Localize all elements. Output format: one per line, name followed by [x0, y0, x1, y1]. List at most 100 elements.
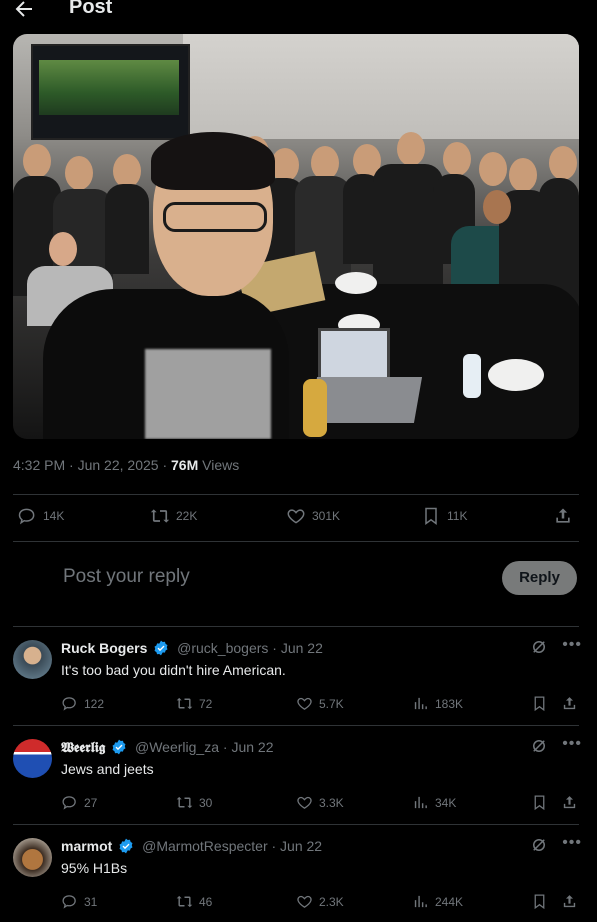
author-handle[interactable]: @MarmotRespecter — [142, 838, 267, 854]
reply-action[interactable]: 31 — [61, 893, 97, 910]
photo-glasses — [163, 202, 267, 232]
bookmark-action[interactable] — [531, 794, 548, 811]
reply-count: 14K — [43, 509, 65, 523]
more-options-icon[interactable]: ••• — [562, 835, 582, 854]
post-views-label: Views — [202, 457, 240, 473]
share-icon — [556, 508, 570, 523]
photo-laptop-screen — [318, 328, 390, 384]
author-name[interactable]: Ruck Bogers — [61, 640, 147, 656]
reply-icon — [62, 697, 76, 711]
reply-action-bar: 27 30 3.3K 34K — [61, 794, 581, 814]
reply-action[interactable]: 14K — [17, 506, 64, 526]
reply-count: 27 — [84, 795, 98, 810]
views-count: 244K — [435, 894, 464, 909]
divider — [13, 541, 579, 542]
like-action[interactable]: 5.7K — [296, 695, 344, 712]
verified-badge-icon — [112, 739, 126, 755]
views-action[interactable]: 244K — [412, 893, 463, 910]
reply-input[interactable]: Post your reply — [63, 566, 190, 588]
like-count: 301K — [312, 509, 341, 523]
repost-icon — [176, 796, 193, 809]
post-time[interactable]: 4:32 PM — [13, 457, 65, 473]
reply-text: 95% H1Bs — [61, 860, 128, 876]
share-action[interactable] — [561, 893, 578, 910]
share-icon — [563, 697, 576, 710]
heart-icon — [297, 697, 312, 710]
like-action[interactable]: 3.3K — [296, 794, 344, 811]
repost-action[interactable]: 22K — [150, 506, 197, 526]
repost-icon — [176, 895, 193, 908]
views-action[interactable]: 183K — [412, 695, 463, 712]
reply-date[interactable]: · Jun 22 — [272, 838, 323, 854]
like-count: 2.3K — [319, 894, 344, 909]
share-action[interactable] — [553, 506, 573, 526]
like-count: 5.7K — [319, 696, 344, 711]
divider — [13, 494, 579, 495]
more-options-icon[interactable]: ••• — [562, 736, 582, 755]
reply-count: 122 — [84, 696, 105, 711]
reply-header: marmot @MarmotRespecter · Jun 22 — [61, 838, 322, 854]
author-handle[interactable]: @ruck_bogers — [177, 640, 268, 656]
repost-icon — [176, 697, 193, 710]
bookmark-icon — [534, 894, 545, 910]
author-name[interactable]: marmot — [61, 838, 112, 854]
views-count: 34K — [435, 795, 457, 810]
grok-icon[interactable] — [530, 836, 548, 854]
author-name[interactable]: 𝖂𝖊𝖊𝖗𝖑𝖎𝖌 — [61, 739, 105, 755]
reply-action-bar: 122 72 5.7K 183K — [61, 695, 581, 715]
bookmark-count: 11K — [447, 509, 468, 523]
reply-item[interactable]: 𝖂𝖊𝖊𝖗𝖑𝖎𝖌 @Weerlig_za · Jun 22 ••• Jews an… — [0, 725, 597, 823]
repost-action[interactable]: 72 — [176, 695, 212, 712]
top-bar: Post — [0, 0, 597, 24]
reply-header: Ruck Bogers @ruck_bogers · Jun 22 — [61, 640, 323, 656]
share-action[interactable] — [561, 695, 578, 712]
reply-icon — [62, 796, 76, 810]
post-meta: 4:32 PM · Jun 22, 2025 · 76M Views — [13, 457, 240, 473]
reply-top-actions: ••• — [530, 637, 582, 656]
reply-action[interactable]: 27 — [61, 794, 97, 811]
reply-date[interactable]: · Jun 22 — [223, 739, 274, 755]
reply-action[interactable]: 122 — [61, 695, 104, 712]
author-handle[interactable]: @Weerlig_za — [135, 739, 219, 755]
arrow-left-icon — [15, 1, 32, 17]
post-action-bar: 14K 22K 301K 11K — [13, 502, 579, 534]
reply-date[interactable]: · Jun 22 — [272, 640, 323, 656]
share-icon — [563, 796, 576, 809]
grok-icon[interactable] — [530, 737, 548, 755]
avatar[interactable] — [13, 838, 52, 877]
back-button[interactable] — [12, 0, 36, 21]
repost-action[interactable]: 46 — [176, 893, 212, 910]
like-action[interactable]: 2.3K — [296, 893, 344, 910]
analytics-icon — [414, 697, 427, 710]
photo-plate — [335, 272, 377, 294]
repost-action[interactable]: 30 — [176, 794, 212, 811]
reply-button[interactable]: Reply — [502, 561, 577, 595]
reply-item[interactable]: marmot @MarmotRespecter · Jun 22 ••• 95%… — [0, 824, 597, 922]
views-action[interactable]: 34K — [412, 794, 456, 811]
share-action[interactable] — [561, 794, 578, 811]
reply-top-actions: ••• — [530, 736, 582, 755]
analytics-icon — [414, 895, 427, 908]
verified-badge-icon — [119, 838, 133, 854]
more-options-icon[interactable]: ••• — [562, 637, 582, 656]
reply-icon — [62, 895, 76, 909]
like-count: 3.3K — [319, 795, 344, 810]
reply-item[interactable]: Ruck Bogers @ruck_bogers · Jun 22 ••• It… — [0, 626, 597, 724]
like-action[interactable]: 301K — [286, 506, 340, 526]
bookmark-icon — [534, 696, 545, 712]
reply-count: 31 — [84, 894, 98, 909]
avatar[interactable] — [13, 739, 52, 778]
heart-icon — [297, 895, 312, 908]
photo-water-bottle — [463, 354, 481, 398]
bookmark-action[interactable]: 11K — [421, 506, 467, 526]
post-photo[interactable] — [13, 34, 579, 439]
bookmark-action[interactable] — [531, 893, 548, 910]
analytics-icon — [414, 796, 427, 809]
bookmark-action[interactable] — [531, 695, 548, 712]
post-date[interactable]: Jun 22, 2025 — [78, 457, 159, 473]
grok-icon[interactable] — [530, 638, 548, 656]
repost-count: 46 — [199, 894, 213, 909]
repost-count: 22K — [176, 509, 198, 523]
avatar[interactable] — [13, 640, 52, 679]
views-count: 183K — [435, 696, 464, 711]
